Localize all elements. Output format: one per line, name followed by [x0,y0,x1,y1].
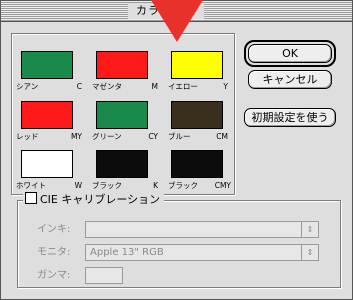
cie-calibration-checkbox[interactable]: CIE キャリブレーション [23,192,165,208]
swatch-code: CY [148,132,158,141]
monitor-popup[interactable]: Apple 13" RGB ⇕ [85,244,319,261]
swatch-name: ブラック [92,181,122,190]
monitor-label: モニタ: [37,247,71,258]
popup-arrows-icon: ⇕ [301,222,318,237]
swatch-yellow[interactable] [171,51,223,79]
gamma-field[interactable] [85,267,123,284]
swatch-name: ブラック [168,181,198,190]
swatch-code: C [76,82,82,91]
swatch-cyan[interactable] [21,51,73,79]
swatch-code: M [151,82,158,91]
cie-checkbox-label: CIE キャリブレーション [40,193,161,206]
swatch-name: イエロー [168,82,198,91]
swatch-code: CMY [214,181,231,190]
ink-label: インキ: [37,224,71,235]
popup-arrows-icon: ⇕ [301,245,318,260]
swatch-green[interactable] [96,101,148,129]
use-defaults-button[interactable]: 初期設定を使う [244,108,336,127]
swatch-magenta[interactable] [96,51,148,79]
swatch-name: シアン [16,82,39,91]
swatch-black[interactable] [96,150,148,178]
swatch-white[interactable] [21,150,73,178]
gamma-label: ガンマ: [37,270,71,281]
ok-button[interactable]: OK [248,44,332,63]
color-settings-dialog: カラー設定 シアン C マゼンタ M イエロー Y レッド MY グリーン CY [0,0,353,300]
red-arrow-pointer-icon [151,0,203,42]
swatch-blue[interactable] [171,101,223,129]
swatch-black-cmy[interactable] [171,150,223,178]
swatch-name: レッド [16,132,39,141]
swatch-code: MY [70,132,82,141]
ink-popup[interactable]: ⇕ [85,221,319,238]
ink-color-group: シアン C マゼンタ M イエロー Y レッド MY グリーン CY ブルー C… [11,33,235,195]
swatch-name: ホワイト [16,181,46,190]
swatch-code: W [74,181,82,190]
swatch-code: CM [216,132,228,141]
cancel-button[interactable]: キャンセル [248,70,332,89]
monitor-popup-value: Apple 13" RGB [90,247,164,258]
checkbox-box[interactable] [25,192,37,204]
swatch-name: グリーン [92,132,122,141]
swatch-name: ブルー [168,132,191,141]
swatch-red[interactable] [21,101,73,129]
swatch-name: マゼンタ [92,82,122,91]
swatch-code: K [153,181,158,190]
swatch-code: Y [223,82,228,91]
